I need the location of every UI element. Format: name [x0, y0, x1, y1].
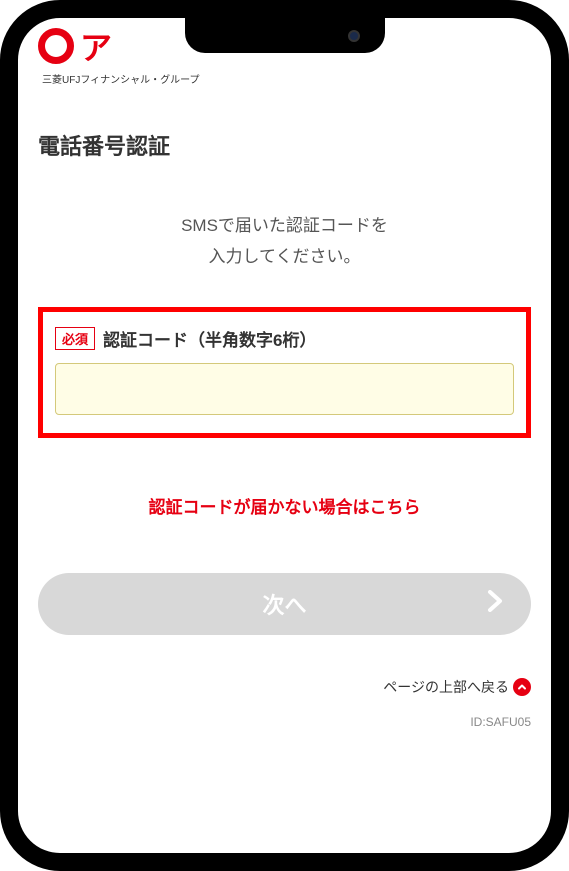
next-button-label: 次へ — [262, 588, 306, 620]
instruction-line-1: SMSで届いた認証コードを — [38, 211, 531, 242]
next-button[interactable]: 次へ — [38, 573, 531, 635]
main-content: 電話番号認証 SMSで届いた認証コードを 入力してください。 必須 認証コード（… — [18, 94, 551, 749]
phone-frame: ア 三菱UFJフィナンシャル・グループ 電話番号認証 SMSで届いた認証コードを… — [0, 0, 569, 871]
phone-notch — [185, 18, 385, 53]
screen-content: ア 三菱UFJフィナンシャル・グループ 電話番号認証 SMSで届いた認証コードを… — [18, 18, 551, 853]
logo-circle-icon — [38, 28, 74, 64]
required-badge: 必須 — [55, 327, 95, 350]
chevron-right-icon — [487, 590, 503, 618]
camera-icon — [348, 30, 360, 42]
field-label: 認証コード（半角数字6桁） — [103, 326, 316, 351]
instruction-text: SMSで届いた認証コードを 入力してください。 — [38, 211, 531, 272]
help-link[interactable]: 認証コードが届かない場合はこちら — [38, 493, 531, 518]
chevron-up-icon — [513, 678, 531, 696]
page-title: 電話番号認証 — [38, 129, 531, 161]
instruction-line-2: 入力してください。 — [38, 242, 531, 273]
back-to-top-label: ページの上部へ戻る — [383, 677, 509, 697]
page-id: ID:SAFU05 — [38, 715, 531, 729]
back-to-top-link[interactable]: ページの上部へ戻る — [38, 677, 531, 697]
verification-code-input[interactable] — [55, 363, 514, 415]
field-label-row: 必須 認証コード（半角数字6桁） — [55, 326, 514, 351]
logo-subtitle: 三菱UFJフィナンシャル・グループ — [42, 71, 531, 86]
logo-text: ア — [80, 23, 112, 69]
verification-code-section: 必須 認証コード（半角数字6桁） — [38, 307, 531, 438]
